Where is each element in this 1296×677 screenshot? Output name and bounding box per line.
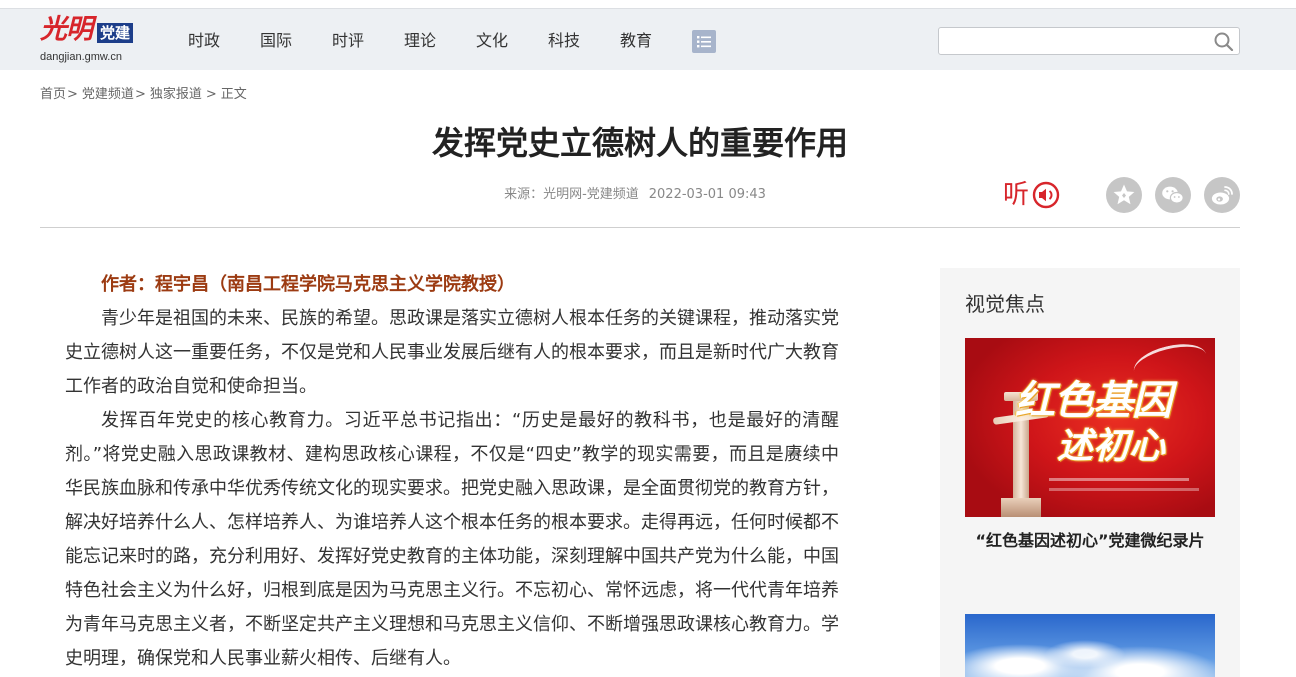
search-box	[938, 27, 1240, 55]
listen-button[interactable]: 听	[1003, 176, 1065, 214]
focus-image-2[interactable]	[965, 614, 1215, 677]
image-title-line1: 红色基因	[1015, 378, 1172, 424]
favorite-button[interactable]	[1106, 177, 1142, 213]
pillar-base-graphic	[1001, 498, 1041, 517]
logo-brand: 光明	[40, 14, 93, 45]
breadcrumb: 首页> 党建频道> 独家报道 > 正文	[40, 86, 247, 104]
search-icon	[1214, 32, 1234, 52]
article-paragraph: 发挥百年党史的核心教育力。习近平总书记指出：“历史是最好的教科书，也是最好的清醒…	[65, 410, 839, 669]
nav-item-education[interactable]: 教育	[600, 29, 672, 53]
image-decor-line	[1049, 478, 1189, 481]
logo-badge: 党建	[97, 23, 134, 43]
focus-caption-1[interactable]: “红色基因述初心”党建微纪录片	[965, 530, 1215, 552]
audio-icon	[1032, 181, 1060, 209]
image-title-line2: 述初心	[1057, 426, 1166, 467]
nav-item-culture[interactable]: 文化	[456, 29, 528, 53]
logo-domain: dangjian.gmw.cn	[40, 51, 122, 63]
breadcrumb-section[interactable]: 独家报道	[150, 87, 202, 102]
visual-focus-sidebar: 视觉焦点 红色基因 述初心 “红色基因述初心”党建微纪录片	[940, 268, 1240, 677]
article-title: 发挥党史立德树人的重要作用	[431, 124, 848, 162]
article-source: 来源：光明网-党建频道	[504, 187, 639, 202]
article-author: 作者：程宇昌（南昌工程学院马克思主义学院教授）	[101, 274, 515, 295]
nav-item-international[interactable]: 国际	[240, 29, 312, 53]
page: 光明 党建 dangjian.gmw.cn 时政 国际 时评 理论 文化 科技 …	[0, 0, 1296, 677]
menu-button[interactable]	[692, 30, 716, 53]
breadcrumb-channel[interactable]: 党建频道	[82, 87, 134, 102]
breadcrumb-separator: >	[67, 87, 78, 102]
article-body: 作者：程宇昌（南昌工程学院马克思主义学院教授） 青少年是祖国的未来、民族的希望。…	[65, 268, 839, 677]
breadcrumb-separator: >	[134, 87, 146, 102]
article-paragraph: 青少年是祖国的未来、民族的希望。思政课是落实立德树人根本任务的关键课程，推动落实…	[65, 308, 839, 397]
star-icon	[1113, 184, 1135, 205]
sidebar-title: 视觉焦点	[965, 292, 1045, 316]
site-header: 光明 党建 dangjian.gmw.cn 时政 国际 时评 理论 文化 科技 …	[0, 9, 1296, 70]
nav-item-theory[interactable]: 理论	[384, 29, 456, 53]
weibo-share-button[interactable]	[1204, 177, 1240, 213]
site-logo[interactable]: 光明 党建 dangjian.gmw.cn	[40, 13, 152, 67]
search-input[interactable]	[939, 28, 1207, 54]
nav-item-commentary[interactable]: 时评	[312, 29, 384, 53]
weibo-icon	[1211, 186, 1233, 205]
main-nav: 时政 国际 时评 理论 文化 科技 教育	[168, 29, 672, 53]
search-button[interactable]	[1213, 31, 1235, 52]
breadcrumb-home[interactable]: 首页	[40, 87, 66, 102]
article-datetime: 2022-03-01 09:43	[648, 187, 766, 202]
breadcrumb-separator: >	[205, 87, 217, 102]
listen-label: 听	[1003, 180, 1030, 210]
nav-item-politics[interactable]: 时政	[168, 29, 240, 53]
image-decor-line	[1049, 488, 1199, 491]
nav-item-technology[interactable]: 科技	[528, 29, 600, 53]
focus-image-1[interactable]: 红色基因 述初心	[965, 338, 1215, 517]
wechat-icon	[1162, 186, 1184, 204]
wechat-share-button[interactable]	[1155, 177, 1191, 213]
breadcrumb-current: 正文	[220, 87, 247, 102]
list-icon	[697, 36, 711, 48]
title-divider	[40, 227, 1240, 228]
